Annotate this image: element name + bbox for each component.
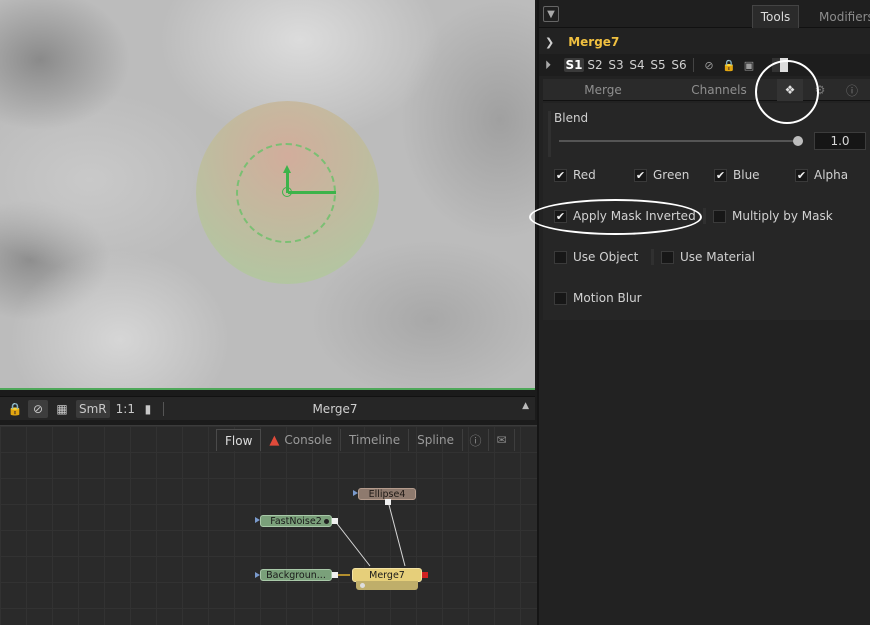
caret-up-icon[interactable]: ▲	[522, 401, 529, 411]
use-object-checkbox-box[interactable]	[554, 250, 567, 264]
checkbox-motion-blur[interactable]: Motion Blur	[554, 290, 642, 306]
blue-label: Blue	[733, 168, 760, 182]
node-merge-footer	[356, 581, 418, 590]
tab-tools[interactable]: Tools	[752, 5, 799, 28]
disable-icon[interactable]: ⊘	[700, 59, 718, 72]
checkbox-blue[interactable]: ✔ Blue	[714, 167, 760, 183]
alpha-label: Alpha	[814, 168, 849, 182]
checkbox-multiply-by-mask[interactable]: Multiply by Mask	[713, 208, 833, 224]
panel-tab-bar: ▼ Tools Modifiers	[539, 0, 870, 28]
info-icon[interactable]: ⓘ	[839, 79, 865, 101]
lock-icon[interactable]: 🔒	[6, 400, 24, 418]
node-merge[interactable]: Merge7	[352, 568, 422, 582]
toolbar-divider	[162, 401, 164, 416]
slot-s1[interactable]: S1	[564, 58, 584, 72]
chevron-down-icon[interactable]: ▼	[543, 6, 559, 22]
flow-area[interactable]: Flow ▲ Console Timeline Spline ⓘ ✉ FastN…	[0, 425, 537, 625]
viewer-canvas[interactable]	[0, 0, 535, 390]
tool-header[interactable]: ❯ Merge7	[539, 32, 870, 52]
viewer-border	[0, 388, 535, 390]
checkbox-use-object[interactable]: Use Object	[554, 249, 638, 265]
checker-icon[interactable]: ▦	[52, 400, 72, 418]
blue-checkbox-box[interactable]: ✔	[714, 168, 727, 182]
blend-slider-handle[interactable]	[793, 136, 803, 146]
red-checkbox-box[interactable]: ✔	[554, 168, 567, 182]
lock-icon[interactable]: 🔒	[720, 59, 738, 72]
use-object-label: Use Object	[573, 250, 639, 264]
subtab-merge[interactable]: Merge	[543, 79, 663, 101]
ratio-button[interactable]: 1:1	[116, 400, 135, 418]
node-output[interactable]	[385, 499, 391, 505]
use-material-checkbox-box[interactable]	[661, 250, 674, 264]
slot-row: ⏵ S1 S2 S3 S4 S5 S6 ⊘ 🔒 ▣	[539, 54, 870, 76]
blend-label: Blend	[554, 111, 589, 125]
blend-slider-fill	[559, 140, 803, 142]
checkbox-red[interactable]: ✔ Red	[554, 167, 596, 183]
smr-button[interactable]: SmR	[76, 399, 110, 418]
tool-name: Merge7	[568, 35, 620, 49]
node-fastnoise[interactable]: FastNoise2	[260, 515, 332, 527]
tool-subtabs: Merge Channels ❖ ⚙ ⓘ	[543, 79, 870, 101]
slot-s3[interactable]: S3	[606, 58, 626, 72]
chevron-down-icon[interactable]: ❯	[545, 36, 554, 49]
pin-icon[interactable]: ⏵	[545, 58, 563, 73]
annotation-ellipse	[529, 199, 702, 235]
green-checkbox-box[interactable]: ✔	[634, 168, 647, 182]
transform-y-arrow-icon[interactable]	[283, 165, 291, 173]
slot-divider	[693, 58, 694, 72]
node-pin	[360, 583, 365, 588]
annotation-circle	[755, 60, 819, 124]
node-output[interactable]	[332, 572, 338, 578]
bars-icon[interactable]: ▮	[141, 400, 155, 418]
node-pin	[324, 519, 329, 524]
transform-x-axis[interactable]	[288, 191, 336, 194]
node-output[interactable]	[332, 518, 338, 524]
slot-s6[interactable]: S6	[669, 58, 689, 72]
viewer-title: Merge7	[312, 401, 358, 416]
row-divider	[651, 249, 654, 265]
multiply-by-mask-label: Multiply by Mask	[732, 209, 833, 223]
alpha-checkbox-box[interactable]: ✔	[795, 168, 808, 182]
multiply-by-mask-checkbox-box[interactable]	[713, 209, 726, 223]
checkbox-green[interactable]: ✔ Green	[634, 167, 689, 183]
transform-origin-handle[interactable]	[282, 187, 292, 197]
node-background[interactable]: Backgroun...	[260, 569, 332, 581]
tab-modifiers[interactable]: Modifiers	[809, 5, 870, 28]
motion-blur-label: Motion Blur	[573, 291, 642, 305]
use-material-label: Use Material	[680, 250, 755, 264]
row-divider	[703, 208, 706, 224]
slot-s4[interactable]: S4	[627, 58, 647, 72]
viewer-toolbar: 🔒 ⊘ ▦ SmR 1:1 ▮ Merge7 ▲	[0, 396, 535, 420]
slot-s2[interactable]: S2	[585, 58, 605, 72]
slot-s5[interactable]: S5	[648, 58, 668, 72]
save-icon[interactable]: ▣	[740, 59, 758, 72]
blend-groove	[548, 111, 551, 157]
red-label: Red	[573, 168, 596, 182]
roi-icon[interactable]: ⊘	[28, 399, 48, 418]
blend-value-field[interactable]: 1.0	[814, 132, 866, 150]
checkbox-alpha[interactable]: ✔ Alpha	[795, 167, 848, 183]
motion-blur-checkbox-box[interactable]	[554, 291, 567, 305]
checkbox-use-material[interactable]: Use Material	[661, 249, 755, 265]
inspector-panel: ▼ Tools Modifiers ❯ Merge7 ⏵ S1 S2 S3 S4…	[537, 0, 870, 625]
node-output[interactable]	[422, 572, 428, 578]
green-label: Green	[653, 168, 690, 182]
